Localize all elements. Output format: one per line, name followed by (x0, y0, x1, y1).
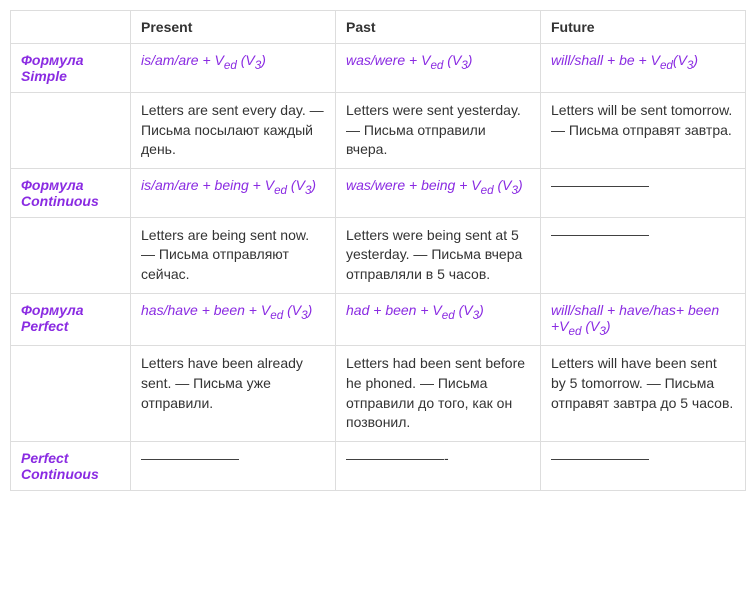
header-future: Future (541, 11, 746, 44)
header-empty (11, 11, 131, 44)
simple-past-example: Letters were sent yesterday. — Письма от… (336, 93, 541, 169)
table-row: Формула Continuous is/am/are + being + V… (11, 168, 746, 217)
perfect-continuous-present: ——————— (131, 441, 336, 490)
row-label-continuous: Формула Continuous (11, 168, 131, 217)
row-label-empty (11, 346, 131, 441)
table-row: Letters have been already sent. — Письма… (11, 346, 746, 441)
continuous-present-example: Letters are being sent now. — Письма отп… (131, 217, 336, 293)
table-row: Perfect Continuous ——————— ———————- ————… (11, 441, 746, 490)
continuous-future-example: ——————— (541, 217, 746, 293)
simple-present-example: Letters are sent every day. — Письма пос… (131, 93, 336, 169)
perfect-past-formula: had + been + Ved (V3) (336, 293, 541, 346)
perfect-continuous-future: ——————— (541, 441, 746, 490)
row-label-simple: Формула Simple (11, 44, 131, 93)
simple-future-formula: will/shall + be + Ved(V3) (541, 44, 746, 93)
simple-past-formula: was/were + Ved (V3) (336, 44, 541, 93)
continuous-future-formula: ——————— (541, 168, 746, 217)
perfect-continuous-past: ———————- (336, 441, 541, 490)
row-label-empty (11, 93, 131, 169)
simple-future-example: Letters will be sent tomorrow. — Письма … (541, 93, 746, 169)
passive-voice-table: Present Past Future Формула Simple is/am… (10, 10, 746, 491)
header-past: Past (336, 11, 541, 44)
continuous-past-example: Letters were being sent at 5 yesterday. … (336, 217, 541, 293)
table-row: Формула Simple is/am/are + Ved (V3) was/… (11, 44, 746, 93)
perfect-present-example: Letters have been already sent. — Письма… (131, 346, 336, 441)
continuous-present-formula: is/am/are + being + Ved (V3) (131, 168, 336, 217)
simple-present-formula: is/am/are + Ved (V3) (131, 44, 336, 93)
row-label-perfect: Формула Perfect (11, 293, 131, 346)
continuous-past-formula: was/were + being + Ved (V3) (336, 168, 541, 217)
table-row: Letters are sent every day. — Письма пос… (11, 93, 746, 169)
perfect-present-formula: has/have + been + Ved (V3) (131, 293, 336, 346)
header-row: Present Past Future (11, 11, 746, 44)
table-row: Letters are being sent now. — Письма отп… (11, 217, 746, 293)
perfect-future-formula: will/shall + have/has+ been +Ved (V3) (541, 293, 746, 346)
perfect-past-example: Letters had been sent before he phoned. … (336, 346, 541, 441)
perfect-future-example: Letters will have been sent by 5 tomorro… (541, 346, 746, 441)
header-present: Present (131, 11, 336, 44)
row-label-perfect-continuous: Perfect Continuous (11, 441, 131, 490)
row-label-empty (11, 217, 131, 293)
table-row: Формула Perfect has/have + been + Ved (V… (11, 293, 746, 346)
